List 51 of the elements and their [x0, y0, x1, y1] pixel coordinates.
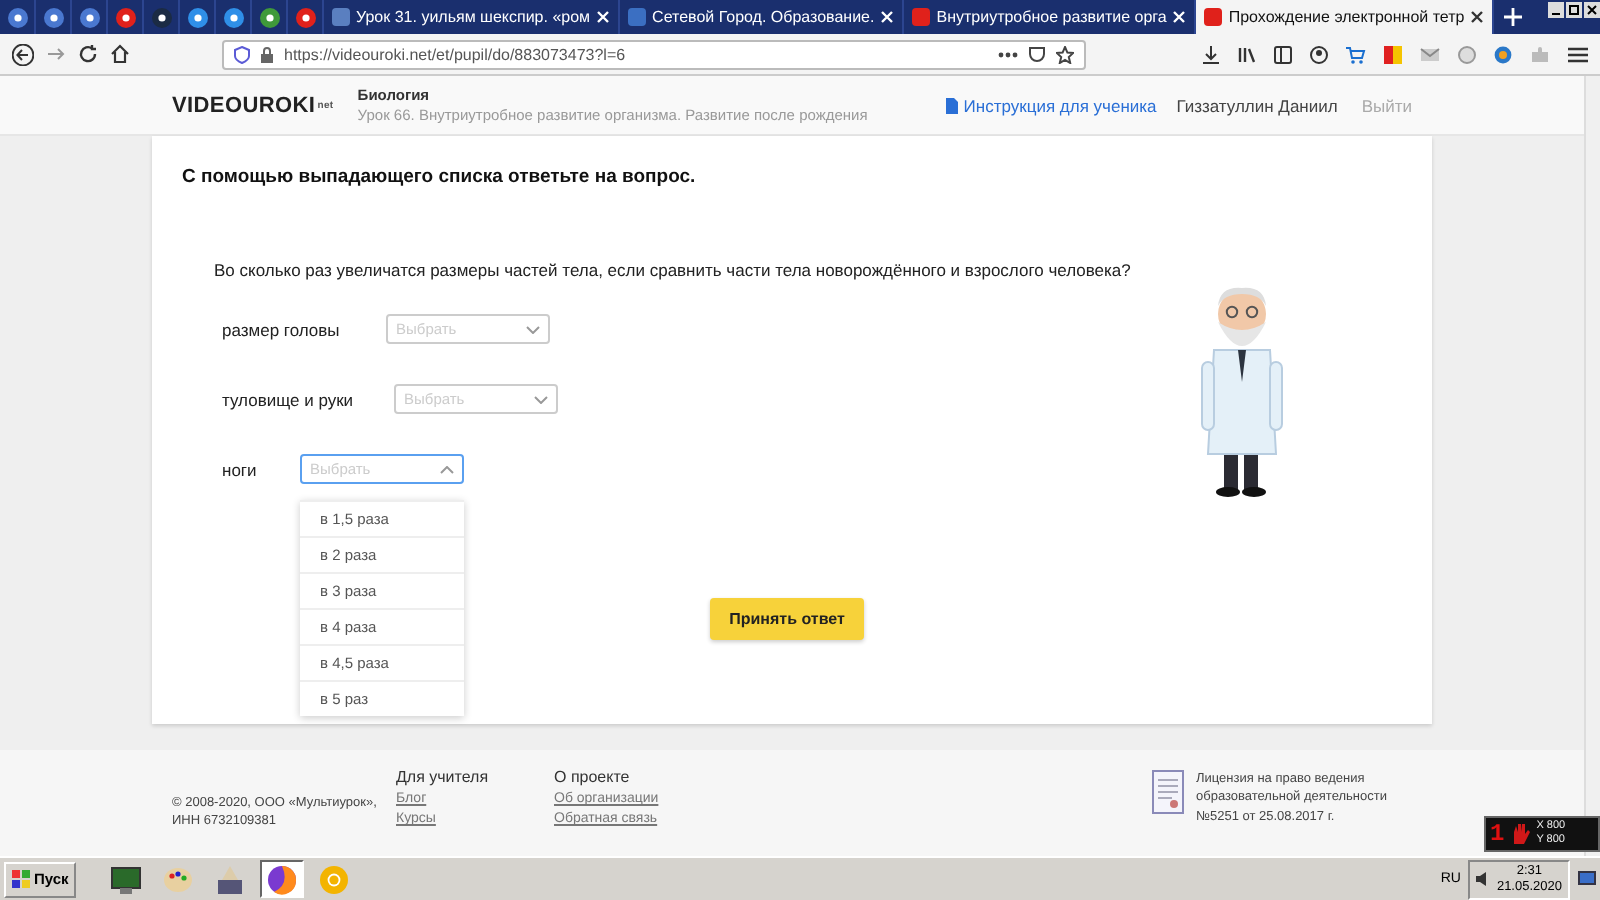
desktop-icon[interactable] — [1578, 870, 1596, 888]
footer-heading: Для учителя — [396, 768, 491, 786]
pocket-icon[interactable] — [1028, 45, 1046, 63]
forward-icon[interactable] — [46, 44, 66, 64]
question-text: Во сколько раз увеличатся размеры частей тела, если сравнить части тела новорождённого и взрослого человека? — [214, 260, 1133, 280]
envelope-icon[interactable] — [1420, 45, 1440, 63]
footer-heading: О проекте — [554, 768, 632, 786]
chrome-icon — [318, 863, 351, 895]
scrollbar[interactable] — [1584, 76, 1600, 856]
download-icon[interactable] — [1202, 45, 1220, 63]
document-icon — [945, 97, 958, 113]
site-logo[interactable]: VIDEOUROKI — [172, 93, 316, 117]
close-icon[interactable] — [1470, 10, 1485, 24]
hand-icon — [1510, 822, 1531, 846]
star-icon[interactable] — [1056, 45, 1074, 63]
browser-icon — [266, 863, 299, 895]
chevron-down-icon — [526, 325, 540, 333]
minimize-icon[interactable] — [1548, 2, 1564, 18]
taskbar-app[interactable] — [260, 860, 305, 898]
user-name[interactable]: Гиззатуллин Даниил — [1176, 95, 1338, 115]
more-icon[interactable] — [998, 51, 1018, 57]
speaker-icon[interactable] — [1476, 872, 1489, 886]
flag-icon[interactable] — [1384, 45, 1402, 63]
certificate-icon — [1152, 770, 1184, 814]
monitor-icon — [110, 863, 143, 895]
close-icon[interactable] — [1584, 2, 1600, 18]
lock-icon — [260, 45, 274, 63]
menu-icon[interactable] — [1568, 45, 1588, 63]
account-icon[interactable] — [1310, 45, 1328, 63]
restore-icon[interactable] — [1566, 2, 1582, 18]
library-icon[interactable] — [1238, 45, 1256, 63]
reload-icon[interactable] — [78, 44, 98, 64]
address-field[interactable]: https://videouroki.net/et/pupil/do/883073473?l=6 — [222, 39, 1086, 69]
browser-tab[interactable]: Прохождение электронной тетр — [1196, 0, 1495, 34]
chevron-up-icon — [440, 465, 454, 473]
counter-digit: 1 — [1490, 820, 1505, 848]
windows-logo-icon — [12, 870, 30, 888]
palette-icon — [162, 863, 195, 895]
home-icon[interactable] — [110, 44, 130, 64]
answer-label: туловище и руки — [222, 389, 356, 409]
task-instruction: С помощью выпадающего списка ответьте на вопрос. — [182, 166, 698, 188]
plus-icon — [1503, 8, 1522, 26]
instructions-link[interactable]: Инструкция для ученика — [963, 95, 1157, 115]
shield-icon[interactable] — [234, 45, 250, 63]
cart-icon[interactable] — [1346, 45, 1366, 63]
answer-label: размер головы — [222, 319, 342, 339]
answer-label: ноги — [222, 459, 259, 479]
back-icon[interactable] — [12, 43, 34, 65]
chevron-down-icon — [534, 395, 548, 403]
sidebar-icon[interactable] — [1274, 45, 1292, 63]
submit-answer-button[interactable]: Принять ответ — [710, 598, 864, 640]
